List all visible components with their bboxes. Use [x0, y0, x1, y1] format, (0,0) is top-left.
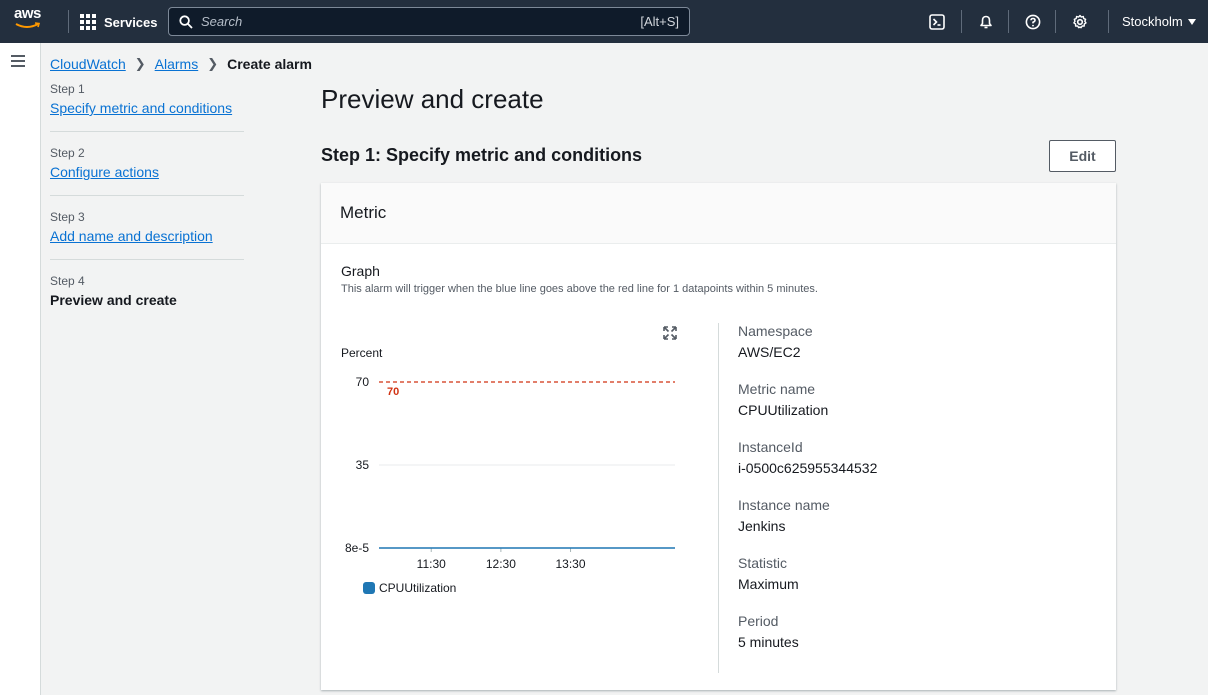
region-selector[interactable]: Stockholm [1122, 14, 1196, 29]
search-input[interactable] [201, 14, 641, 29]
search-icon [179, 14, 193, 29]
cloudshell-icon[interactable] [927, 12, 947, 32]
step-number: Step 4 [50, 274, 85, 288]
settings-icon[interactable] [1070, 12, 1090, 32]
step-number: Step 2 [50, 146, 85, 160]
metric-card: Metric Graph This alarm will trigger whe… [321, 183, 1116, 690]
side-navigation-rail [0, 43, 41, 695]
step-link-specify-metric[interactable]: Specify metric and conditions [50, 100, 232, 116]
detail-label: InstanceId [738, 439, 803, 455]
detail-value: i-0500c625955344532 [738, 460, 878, 476]
detail-period: Period 5 minutes [738, 613, 1098, 650]
detail-statistic: Statistic Maximum [738, 555, 1098, 592]
breadcrumb: CloudWatch ❯ Alarms ❯ Create alarm [50, 56, 312, 72]
detail-label: Statistic [738, 555, 788, 571]
column-divider [718, 323, 719, 673]
services-menu-button[interactable]: Services [80, 11, 158, 33]
breadcrumb-current: Create alarm [227, 56, 312, 72]
chevron-right-icon: ❯ [134, 56, 146, 71]
nav-divider [1055, 10, 1056, 33]
detail-value: Jenkins [738, 518, 786, 534]
detail-value: 5 minutes [738, 634, 799, 650]
detail-value: Maximum [738, 576, 799, 592]
nav-divider [961, 10, 962, 33]
aws-logo[interactable]: aws [14, 6, 54, 36]
region-label: Stockholm [1122, 14, 1183, 29]
legend-swatch [363, 582, 375, 594]
page-title: Preview and create [321, 84, 544, 114]
legend-label: CPUUtilization [379, 581, 456, 595]
step-link-add-name[interactable]: Add name and description [50, 228, 213, 244]
graph-label: Graph [341, 263, 380, 279]
step-link-configure-actions[interactable]: Configure actions [50, 164, 159, 180]
help-icon[interactable] [1023, 12, 1043, 32]
nav-divider [1108, 10, 1109, 33]
search-shortcut: [Alt+S] [640, 14, 679, 29]
detail-instance-name: Instance name Jenkins [738, 497, 1098, 534]
detail-label: Metric name [738, 381, 816, 397]
metric-details: Namespace AWS/EC2 Metric name CPUUtiliza… [738, 323, 1098, 671]
detail-label: Namespace [738, 323, 813, 339]
notifications-icon[interactable] [976, 12, 996, 32]
y-axis-label: Percent [341, 346, 383, 360]
y-tick-label: 35 [356, 458, 370, 472]
metric-line-chart: Percent 70 35 8e-5 11:30 12:30 13:30 70 CPUUtili… [341, 346, 675, 595]
step-number: Step 3 [50, 210, 85, 224]
step-number: Step 1 [50, 82, 85, 96]
expand-icon[interactable] [663, 326, 677, 340]
threshold-label: 70 [387, 386, 399, 398]
detail-namespace: Namespace AWS/EC2 [738, 323, 1098, 360]
nav-divider [68, 10, 69, 33]
x-tick-label: 12:30 [486, 557, 516, 571]
wizard-steps: Step 1 Specify metric and conditions Ste… [50, 82, 244, 335]
aws-smile-icon [15, 22, 41, 28]
x-tick-label: 13:30 [556, 557, 586, 571]
detail-instance-id: InstanceId i-0500c625955344532 [738, 439, 1098, 476]
nav-divider [1008, 10, 1009, 33]
breadcrumb-alarms[interactable]: Alarms [155, 56, 199, 72]
wizard-step-4: Step 4 Preview and create [50, 274, 244, 321]
wizard-step-1: Step 1 Specify metric and conditions [50, 82, 244, 132]
wizard-step-2: Step 2 Configure actions [50, 146, 244, 196]
step-current-preview: Preview and create [50, 292, 177, 308]
menu-icon[interactable] [11, 55, 25, 67]
y-tick-label: 70 [356, 375, 370, 389]
detail-label: Instance name [738, 497, 830, 513]
graph-description: This alarm will trigger when the blue li… [341, 283, 818, 295]
wizard-step-3: Step 3 Add name and description [50, 210, 244, 260]
edit-button[interactable]: Edit [1049, 140, 1116, 172]
detail-label: Period [738, 613, 779, 629]
section-title: Step 1: Specify metric and conditions [321, 145, 643, 165]
detail-value: AWS/EC2 [738, 344, 801, 360]
metric-card-header: Metric [321, 183, 1116, 244]
chevron-right-icon: ❯ [207, 56, 219, 71]
top-navigation: aws Services [Alt+S] [0, 0, 1208, 43]
aws-logo-text: aws [14, 5, 41, 22]
detail-metric-name: Metric name CPUUtilization [738, 381, 1098, 418]
breadcrumb-cloudwatch[interactable]: CloudWatch [50, 56, 126, 72]
y-tick-label: 8e-5 [345, 541, 369, 555]
x-tick-label: 11:30 [417, 557, 446, 571]
detail-value: CPUUtilization [738, 402, 829, 418]
services-grid-icon [80, 14, 96, 30]
search-box[interactable]: [Alt+S] [168, 7, 690, 36]
caret-down-icon [1187, 18, 1196, 25]
services-label: Services [104, 14, 158, 30]
